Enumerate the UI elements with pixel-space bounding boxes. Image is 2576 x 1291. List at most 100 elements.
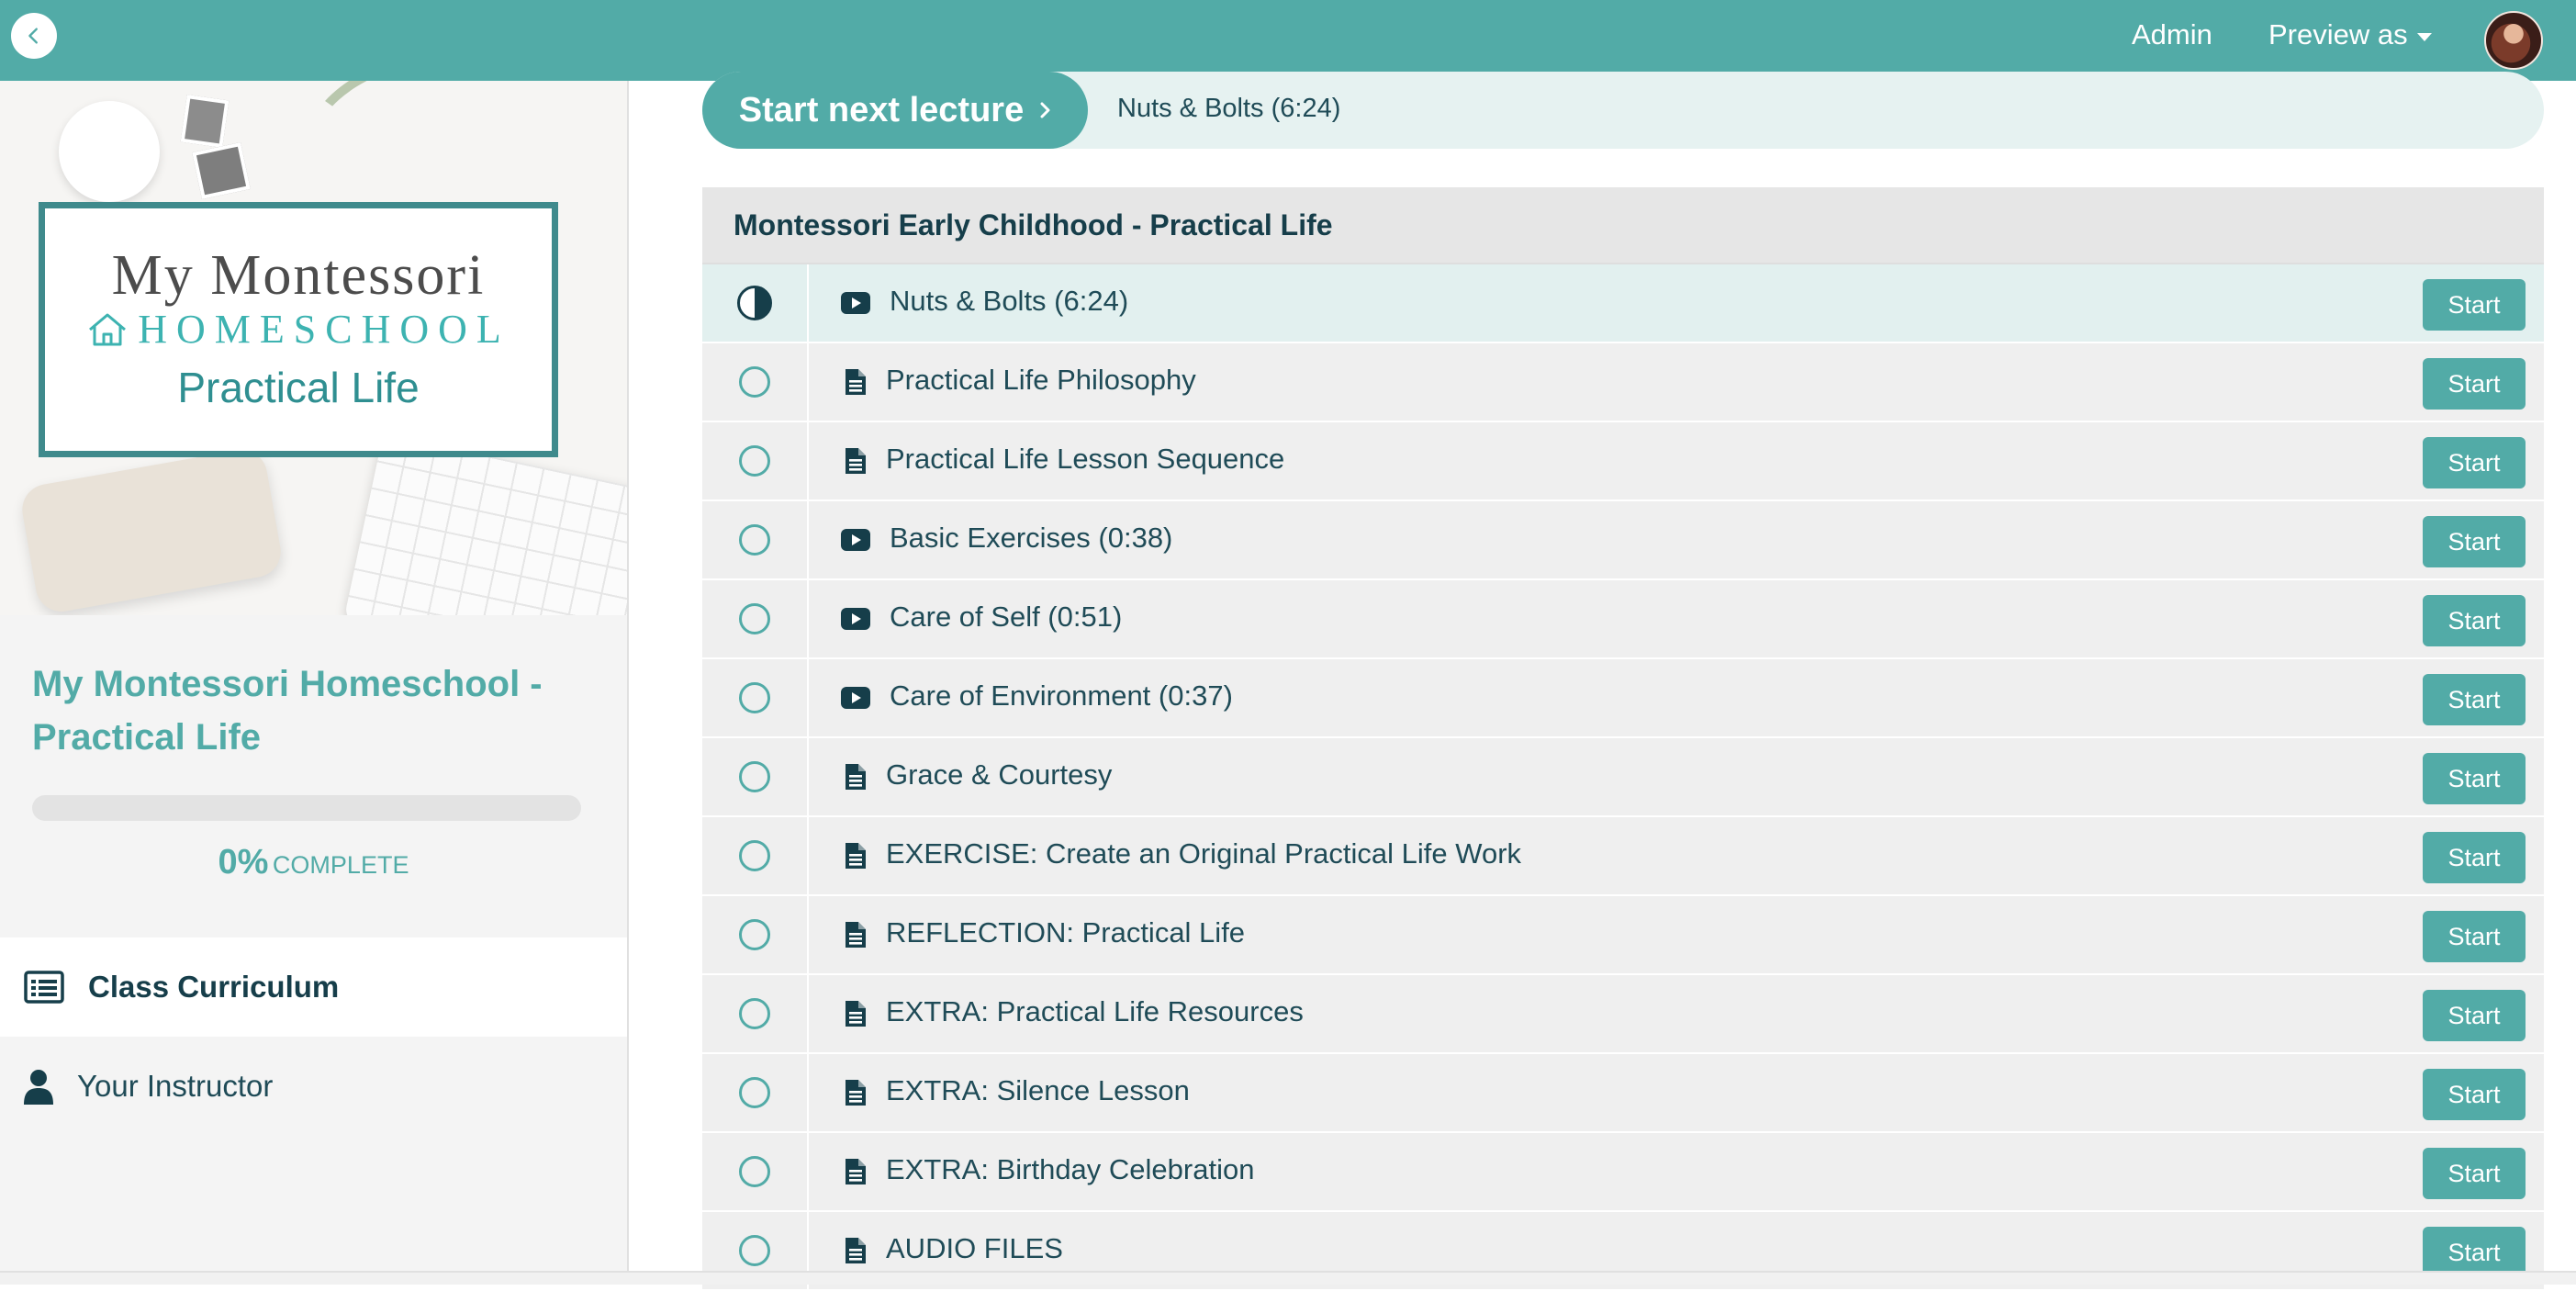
progress-bar (32, 795, 581, 821)
lecture-row[interactable]: EXTRA: Birthday Celebration Start (702, 1133, 2544, 1212)
lecture-title[interactable]: EXTRA: Birthday Celebration (886, 1153, 1254, 1186)
lecture-title[interactable]: REFLECTION: Practical Life (886, 916, 1245, 949)
curriculum-section: Montessori Early Childhood - Practical L… (702, 187, 2544, 1291)
empty-circle-icon (739, 1235, 770, 1266)
lecture-status-cell (702, 501, 809, 578)
logo-subtitle: HOMESCHOOL (45, 309, 552, 350)
lecture-row[interactable]: Grace & Courtesy Start (702, 738, 2544, 817)
logo-course-name: Practical Life (177, 364, 420, 411)
start-button[interactable]: Start (2423, 516, 2526, 567)
sidebar-item-your-instructor[interactable]: Your Instructor (0, 1037, 627, 1136)
lecture-status-cell (702, 1133, 809, 1210)
lecture-status-cell (702, 422, 809, 500)
course-logo: My Montessori HOMESCHOOL Practical Life (39, 202, 558, 457)
document-icon (840, 762, 871, 791)
start-button[interactable]: Start (2423, 358, 2526, 410)
lecture-status-cell (702, 659, 809, 736)
lecture-status-cell (702, 1054, 809, 1131)
document-icon (840, 1157, 871, 1186)
sidebar-item-label: Class Curriculum (88, 970, 340, 1004)
lecture-title[interactable]: Practical Life Lesson Sequence (886, 443, 1284, 476)
user-icon (18, 1068, 59, 1105)
empty-circle-icon (739, 998, 770, 1029)
start-button[interactable]: Start (2423, 437, 2526, 488)
lecture-row[interactable]: EXTRA: Practical Life Resources Start (702, 975, 2544, 1054)
start-button[interactable]: Start (2423, 595, 2526, 646)
lecture-status-cell (702, 817, 809, 894)
start-next-lecture-label: Start next lecture (738, 90, 1025, 129)
logo-title: My Montessori (111, 244, 486, 307)
start-button[interactable]: Start (2423, 753, 2526, 804)
document-icon (840, 841, 871, 870)
start-button[interactable]: Start (2423, 1069, 2526, 1120)
half-circle-icon (737, 286, 772, 320)
preview-as-dropdown[interactable]: Preview as (2268, 18, 2432, 51)
caret-down-icon (2416, 32, 2432, 41)
lecture-status-cell (702, 264, 809, 342)
empty-circle-icon (739, 761, 770, 792)
decorative-photo (192, 141, 251, 200)
lecture-row[interactable]: Practical Life Philosophy Start (702, 343, 2544, 422)
lecture-title[interactable]: Care of Environment (0:37) (890, 679, 1233, 713)
progress-label: COMPLETE (272, 851, 409, 879)
lecture-row[interactable]: Care of Self (0:51) Start (702, 580, 2544, 659)
course-title: My Montessori Homeschool - Practical Lif… (32, 664, 543, 758)
lecture-status-cell (702, 580, 809, 657)
lecture-title[interactable]: EXTRA: Silence Lesson (886, 1074, 1190, 1107)
progress-percent: 0% (218, 843, 269, 881)
lecture-row[interactable]: Basic Exercises (0:38) Start (702, 501, 2544, 580)
document-icon (840, 1236, 871, 1265)
empty-circle-icon (739, 682, 770, 713)
lecture-title[interactable]: Care of Self (0:51) (890, 601, 1122, 634)
lecture-status-cell (702, 896, 809, 973)
document-icon (840, 446, 871, 476)
empty-circle-icon (739, 366, 770, 398)
start-next-lecture-button[interactable]: Start next lecture (702, 72, 1088, 149)
video-icon (840, 604, 871, 634)
sidebar-item-class-curriculum[interactable]: Class Curriculum (0, 937, 627, 1037)
start-button[interactable]: Start (2423, 990, 2526, 1041)
lecture-row[interactable]: EXTRA: Silence Lesson Start (702, 1054, 2544, 1133)
document-icon (840, 367, 871, 397)
empty-circle-icon (739, 1077, 770, 1108)
empty-circle-icon (739, 524, 770, 556)
empty-circle-icon (739, 445, 770, 477)
lecture-title[interactable]: Practical Life Philosophy (886, 364, 1196, 397)
start-button[interactable]: Start (2423, 279, 2526, 331)
lecture-row[interactable]: Nuts & Bolts (6:24) Start (702, 264, 2544, 343)
document-icon (840, 920, 871, 949)
lecture-row[interactable]: Practical Life Lesson Sequence Start (702, 422, 2544, 501)
admin-link[interactable]: Admin (2132, 18, 2212, 51)
start-button[interactable]: Start (2423, 832, 2526, 883)
sidebar-item-label: Your Instructor (77, 1069, 274, 1103)
start-button[interactable]: Start (2423, 1148, 2526, 1199)
empty-circle-icon (739, 840, 770, 871)
start-button[interactable]: Start (2423, 911, 2526, 962)
preview-as-label: Preview as (2268, 18, 2408, 51)
start-button[interactable]: Start (2423, 674, 2526, 725)
lecture-row[interactable]: EXERCISE: Create an Original Practical L… (702, 817, 2544, 896)
lecture-title[interactable]: EXERCISE: Create an Original Practical L… (886, 837, 1521, 870)
next-lecture-title[interactable]: Nuts & Bolts (6:24) (1117, 94, 1340, 124)
lecture-row[interactable]: REFLECTION: Practical Life Start (702, 896, 2544, 975)
course-image: My Montessori HOMESCHOOL Practical Life (0, 81, 627, 615)
user-avatar[interactable] (2484, 11, 2543, 70)
progress-text: 0% COMPLETE (0, 843, 627, 882)
house-icon (89, 313, 127, 346)
lecture-status-cell (702, 343, 809, 421)
lecture-title[interactable]: Grace & Courtesy (886, 758, 1112, 791)
video-icon (840, 683, 871, 713)
lecture-status-cell (702, 738, 809, 815)
lecture-title[interactable]: Basic Exercises (0:38) (890, 522, 1172, 555)
lecture-title[interactable]: Nuts & Bolts (6:24) (890, 285, 1128, 318)
top-navbar: Admin Preview as (0, 0, 2576, 81)
decorative-plate (59, 101, 160, 202)
lecture-title[interactable]: EXTRA: Practical Life Resources (886, 995, 1304, 1028)
chevron-left-icon (28, 28, 38, 44)
lecture-row[interactable]: Care of Environment (0:37) Start (702, 659, 2544, 738)
lecture-status-cell (702, 975, 809, 1052)
back-button[interactable] (11, 13, 57, 59)
empty-circle-icon (739, 1156, 770, 1187)
lecture-title[interactable]: AUDIO FILES (886, 1232, 1063, 1265)
decorative-keyboard (342, 432, 627, 615)
